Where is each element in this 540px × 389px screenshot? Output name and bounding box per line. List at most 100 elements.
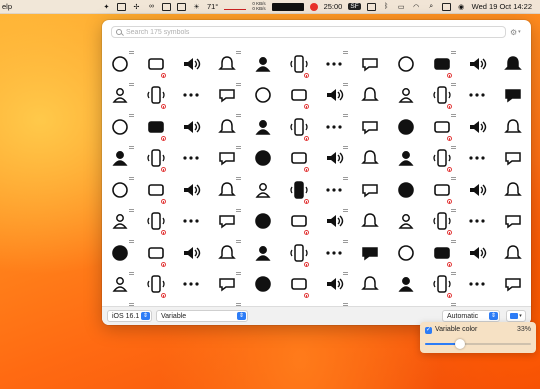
weather-icon[interactable]: ☀ bbox=[192, 2, 201, 11]
ipad-circle-wave-icon[interactable] bbox=[495, 269, 531, 301]
clipboard-icon[interactable] bbox=[161, 2, 171, 11]
dots-warning-icon[interactable] bbox=[317, 80, 353, 112]
watch-fill-wave-icon[interactable] bbox=[245, 269, 281, 301]
sprinkler-icon[interactable] bbox=[352, 206, 388, 238]
ellipsis-icon[interactable] bbox=[317, 174, 353, 206]
dot-radiowaves-icon[interactable] bbox=[245, 80, 281, 112]
timer-icon[interactable] bbox=[309, 2, 318, 11]
message-dots-icon[interactable] bbox=[352, 143, 388, 175]
appletv-wave-icon[interactable] bbox=[174, 269, 210, 301]
bell-outline-wave-icon[interactable] bbox=[460, 111, 496, 143]
bubble-left-wave-icon[interactable] bbox=[209, 143, 245, 175]
variable-color-knob[interactable] bbox=[454, 339, 465, 349]
battery-fill-wave-icon[interactable] bbox=[102, 237, 138, 269]
menu-help[interactable]: elp bbox=[2, 2, 12, 11]
sf-symbols-menu-icon[interactable]: SF bbox=[348, 3, 361, 10]
bell-slash-icon[interactable] bbox=[495, 111, 531, 143]
video-wave-icon[interactable] bbox=[245, 174, 281, 206]
bell-fill-wave-icon[interactable] bbox=[174, 143, 210, 175]
search-input[interactable] bbox=[126, 28, 486, 36]
bluetooth-icon[interactable]: ᛒ bbox=[382, 2, 391, 11]
variable-color-slider[interactable] bbox=[425, 339, 531, 349]
variable-color-checkbox[interactable]: ✓ bbox=[425, 327, 432, 334]
temperature-readout[interactable]: 71° bbox=[207, 2, 218, 11]
house-wave-icon[interactable] bbox=[174, 206, 210, 238]
phone-wave-icon[interactable] bbox=[138, 174, 174, 206]
message-fill-exclamation-icon[interactable] bbox=[460, 143, 496, 175]
person-wave-fill-icon[interactable] bbox=[317, 48, 353, 80]
chip-wave-icon[interactable] bbox=[317, 237, 353, 269]
video-fill-wave-icon[interactable] bbox=[281, 174, 317, 206]
message-dots-fill-icon[interactable] bbox=[388, 143, 424, 175]
dropbox-icon[interactable]: ✦ bbox=[102, 2, 111, 11]
now-playing-widget[interactable] bbox=[271, 2, 304, 11]
person-2-wave-icon[interactable] bbox=[388, 48, 424, 80]
mic-fill-wave-icon[interactable] bbox=[388, 111, 424, 143]
progress-ring-thin-icon[interactable] bbox=[174, 80, 210, 112]
ellipsis-circle-fill-icon[interactable] bbox=[388, 174, 424, 206]
color-button[interactable]: ▾ bbox=[506, 310, 526, 322]
sensor-wave-icon[interactable] bbox=[281, 206, 317, 238]
wifi-icon[interactable]: ◠ bbox=[412, 2, 421, 11]
circle-wave-left-icon[interactable] bbox=[102, 269, 138, 301]
timer-readout[interactable]: 25:00 bbox=[324, 2, 343, 11]
watch-wave-icon[interactable] bbox=[209, 269, 245, 301]
wand-rays-icon[interactable] bbox=[102, 206, 138, 238]
joystick-icon[interactable] bbox=[460, 237, 496, 269]
lightning-cable-icon[interactable] bbox=[424, 206, 460, 238]
glasses-icon[interactable]: ∞ bbox=[147, 2, 156, 11]
water-waves-icon[interactable] bbox=[352, 80, 388, 112]
bubble-dots-icon[interactable] bbox=[281, 143, 317, 175]
homepod-wave-icon[interactable] bbox=[138, 269, 174, 301]
speaker-wave-1-icon[interactable] bbox=[102, 111, 138, 143]
rendering-mode-select[interactable]: Variable ⇕ bbox=[156, 310, 248, 322]
siri-icon[interactable]: ◉ bbox=[457, 2, 466, 11]
sun-haze-icon[interactable] bbox=[388, 80, 424, 112]
speaker-circle-wave-icon[interactable] bbox=[174, 111, 210, 143]
progress-ring-dashes-icon[interactable] bbox=[138, 80, 174, 112]
list-doc-icon[interactable] bbox=[209, 48, 245, 80]
creditcard-swipe-icon[interactable] bbox=[102, 48, 138, 80]
xcode-icon[interactable] bbox=[366, 2, 376, 11]
barcode-wave-icon[interactable] bbox=[138, 206, 174, 238]
battery-wave-icon[interactable] bbox=[495, 206, 531, 238]
screenshot-icon[interactable] bbox=[116, 2, 126, 11]
router-fill-icon[interactable] bbox=[174, 237, 210, 269]
bell-wave-icon[interactable] bbox=[138, 143, 174, 175]
light-beacon-icon[interactable] bbox=[209, 206, 245, 238]
record-knob-icon[interactable] bbox=[495, 237, 531, 269]
bell-fill-icon[interactable] bbox=[102, 143, 138, 175]
externaldrive-wave-icon[interactable] bbox=[138, 48, 174, 80]
sun-dust-icon[interactable] bbox=[424, 80, 460, 112]
options-button[interactable]: ⚙ ▾ bbox=[510, 27, 526, 37]
cursor-rays-icon[interactable] bbox=[209, 80, 245, 112]
tv-wave-icon[interactable] bbox=[102, 174, 138, 206]
bubble-dots-fill-icon[interactable] bbox=[317, 143, 353, 175]
phone-down-wave-icon[interactable] bbox=[209, 174, 245, 206]
fan-icon[interactable]: ✢ bbox=[132, 2, 141, 11]
ellipsis-rect-fill-icon[interactable] bbox=[460, 174, 496, 206]
watch-circle-fill-icon[interactable] bbox=[317, 269, 353, 301]
battery-icon[interactable]: ▭ bbox=[397, 2, 406, 11]
key-wave-icon[interactable] bbox=[209, 237, 245, 269]
badge-speaker-wave-icon[interactable] bbox=[317, 111, 353, 143]
weight-select[interactable]: Automatic ⇕ bbox=[442, 310, 500, 322]
calendar-icon[interactable] bbox=[176, 2, 186, 11]
phone-fill-wave-icon[interactable] bbox=[174, 174, 210, 206]
speaker-fill-wave-3-icon[interactable] bbox=[245, 111, 281, 143]
light-beacon-fill-icon[interactable] bbox=[245, 206, 281, 238]
router-icon[interactable] bbox=[138, 237, 174, 269]
doc-text-fill-icon[interactable] bbox=[245, 48, 281, 80]
shower-icon[interactable] bbox=[388, 206, 424, 238]
message-exclamation-icon[interactable] bbox=[424, 143, 460, 175]
wind-down-icon[interactable] bbox=[460, 80, 496, 112]
search-icon[interactable]: ⌕ bbox=[427, 2, 436, 11]
person-wave-2-icon[interactable] bbox=[352, 48, 388, 80]
wand-sparkles-icon[interactable] bbox=[495, 174, 531, 206]
menubar-datetime[interactable]: Wed 19 Oct 14:22 bbox=[472, 2, 532, 11]
progress-ring-dots-icon[interactable] bbox=[102, 80, 138, 112]
mic-wave-icon[interactable] bbox=[352, 111, 388, 143]
speaker-circle-wave-3-icon[interactable] bbox=[281, 111, 317, 143]
speaker-wave-3-icon[interactable] bbox=[209, 111, 245, 143]
square-fill-wave-icon[interactable] bbox=[424, 237, 460, 269]
